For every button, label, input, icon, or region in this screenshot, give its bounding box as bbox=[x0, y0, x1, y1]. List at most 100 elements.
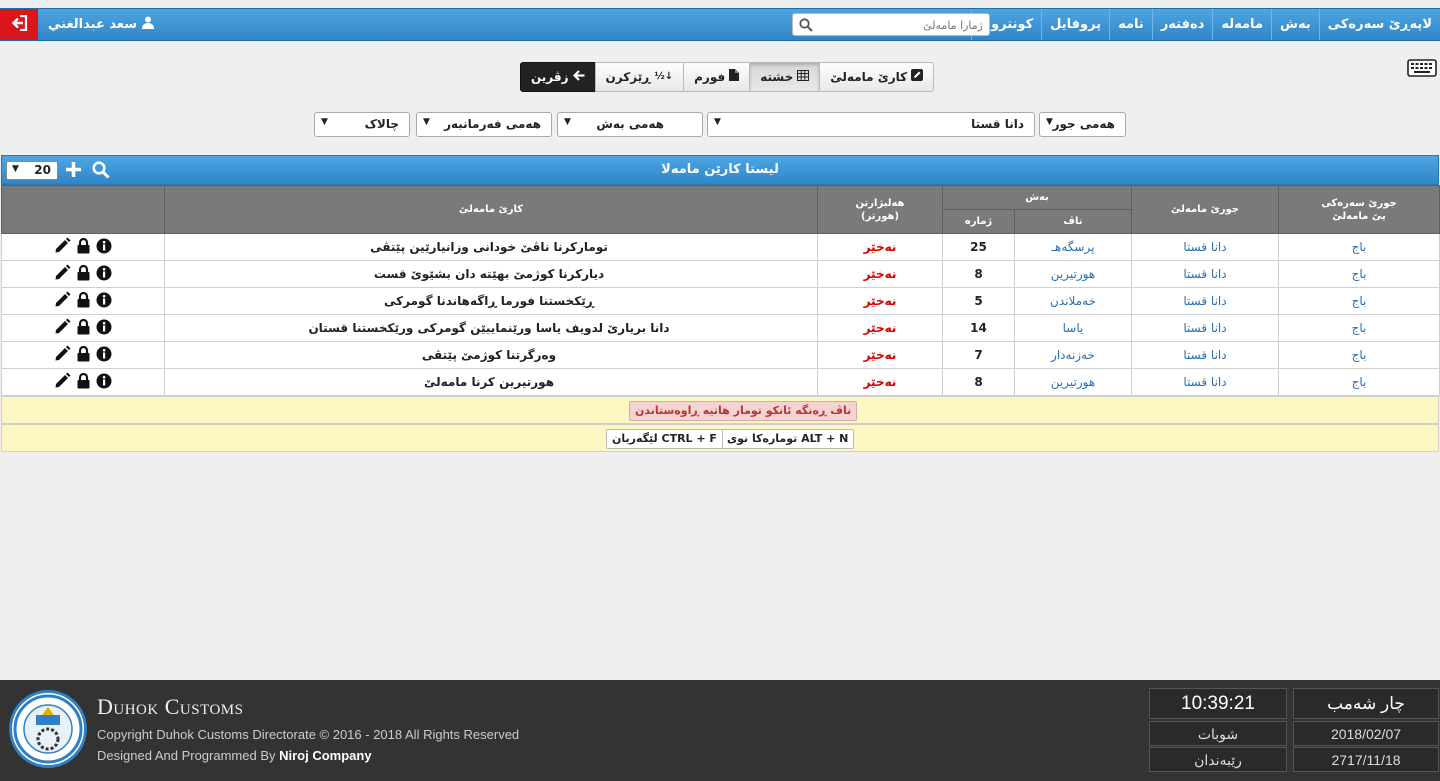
lock-icon[interactable] bbox=[77, 237, 90, 257]
table-row[interactable]: باج دانا قستا یاسا 14 نەخێر دانا بریارێ لدویف… bbox=[1, 314, 1440, 342]
cell-txn-type[interactable]: دانا قستا bbox=[1131, 233, 1279, 261]
col-header-selected: هەلبژارتن (هورتر) bbox=[817, 185, 943, 234]
lock-icon[interactable] bbox=[77, 318, 90, 338]
nav-item-transaction[interactable]: مامەلە bbox=[1212, 9, 1271, 40]
duhok-customs-logo bbox=[9, 690, 87, 768]
cell-main-type[interactable]: باج bbox=[1278, 233, 1440, 261]
cell-section-name[interactable]: یاسا bbox=[1014, 314, 1132, 342]
main-menu: لاپەڕێ سەرەکی بەش مامەلە دەفتەر نامە پرو… bbox=[970, 9, 1440, 40]
cell-txn-type[interactable]: دانا قستا bbox=[1131, 260, 1279, 288]
cell-transaction: تومارکرنا ناڤێ خودانی وزانیارێین پێتڤی bbox=[164, 233, 818, 261]
keyboard-icon[interactable] bbox=[1407, 59, 1437, 81]
page-size-select[interactable]: ▼ 20 bbox=[6, 161, 58, 180]
arrow-left-icon bbox=[572, 63, 585, 91]
table-view-button[interactable]: خشتە bbox=[749, 62, 821, 92]
table-row[interactable]: باج دانا قستا خەملاندن 5 نەخێر ڕێکخستنا فورما… bbox=[1, 287, 1440, 315]
cell-section-name[interactable]: خەزنەدار bbox=[1014, 341, 1132, 369]
cell-txn-type[interactable]: دانا قستا bbox=[1131, 341, 1279, 369]
col-header-main-type: جورێ سەرەکی یێ مامەلێ bbox=[1278, 185, 1440, 234]
table-row[interactable]: باج دانا قستا خەزنەدار 7 نەخێر وەرگرتنا کوژمێ… bbox=[1, 341, 1440, 369]
nav-item-home[interactable]: لاپەڕێ سەرەکی bbox=[1318, 9, 1440, 40]
transaction-button[interactable]: کارێ مامەلێ bbox=[819, 62, 935, 92]
type-filter-select[interactable]: هەمی جور ▼ bbox=[1039, 112, 1126, 137]
sort-numeric-icon: ↓½ bbox=[654, 71, 674, 82]
find-shortcut[interactable]: CTRL + F لێگەریان bbox=[606, 429, 723, 449]
cell-section-name[interactable]: خەملاندن bbox=[1014, 287, 1132, 315]
user-info[interactable]: سعد عبدالغني bbox=[48, 9, 154, 40]
employee-filter-select[interactable]: هەمی فەرمانبەر ▼ bbox=[416, 112, 552, 137]
cell-transaction: ڕێکخستنا فورما ڕاگەهاندنا گومرکی bbox=[164, 287, 818, 315]
lock-icon[interactable] bbox=[77, 345, 90, 365]
search-icon[interactable] bbox=[92, 161, 110, 183]
lock-icon[interactable] bbox=[77, 264, 90, 284]
col-header-actions bbox=[1, 185, 165, 234]
cell-section-name[interactable]: هورتیرین bbox=[1014, 368, 1132, 396]
cell-transaction: دیارکرنا کوژمێ بهێتە دان بشێوێ قست bbox=[164, 260, 818, 288]
pencil-icon[interactable] bbox=[54, 318, 71, 338]
status-filter-select[interactable]: چالاک ▼ bbox=[314, 112, 410, 137]
cell-actions bbox=[1, 287, 165, 315]
info-icon[interactable] bbox=[96, 319, 112, 338]
cell-actions bbox=[1, 368, 165, 396]
cell-txn-type[interactable]: دانا قستا bbox=[1131, 368, 1279, 396]
footer-credits: Designed And Programmed By Niroj Company bbox=[97, 748, 372, 763]
form-view-button[interactable]: فورم bbox=[683, 62, 751, 92]
info-icon[interactable] bbox=[96, 238, 112, 257]
nav-item-profile[interactable]: پروفایل bbox=[1041, 9, 1109, 40]
top-navbar: لاپەڕێ سەرەکی بەش مامەلە دەفتەر نامە پرو… bbox=[0, 8, 1440, 41]
info-icon[interactable] bbox=[96, 265, 112, 284]
col-header-name: ناڤ bbox=[1014, 209, 1132, 234]
pencil-icon[interactable] bbox=[54, 291, 71, 311]
pencil-icon[interactable] bbox=[54, 372, 71, 392]
section-filter-select[interactable]: هەمی بەش ▼ bbox=[557, 112, 703, 137]
cell-main-type[interactable]: باج bbox=[1278, 368, 1440, 396]
month-arabic: شوبات bbox=[1149, 721, 1287, 746]
nav-item-register[interactable]: دەفتەر bbox=[1151, 9, 1213, 40]
new-record-shortcut[interactable]: ALT + N تومارەکا نوی bbox=[721, 429, 855, 449]
back-button[interactable]: زڤرین bbox=[520, 62, 596, 92]
pencil-icon[interactable] bbox=[54, 345, 71, 365]
plus-icon[interactable] bbox=[65, 161, 82, 182]
pencil-icon[interactable] bbox=[54, 237, 71, 257]
cell-section-name[interactable]: پرسگەهـ bbox=[1014, 233, 1132, 261]
view-toggle-group: زڤرین ↓½ ڕێزکرن فورم خشتە کارێ مامەلێ bbox=[520, 62, 935, 92]
cell-selected-status: نەخێر bbox=[817, 314, 943, 342]
subject-filter-select[interactable]: دانا قستا ▼ bbox=[707, 112, 1035, 137]
col-header-section: بەش bbox=[942, 185, 1132, 210]
col-header-transaction: کارێ مامەلێ bbox=[164, 185, 818, 234]
table-row[interactable]: باج دانا قستا هورتیرین 8 نەخێر هورتیرین کرنا … bbox=[1, 368, 1440, 396]
lock-icon[interactable] bbox=[77, 372, 90, 392]
search-box[interactable] bbox=[792, 13, 990, 36]
cell-number: 5 bbox=[942, 287, 1015, 315]
pencil-icon[interactable] bbox=[54, 264, 71, 284]
nav-item-section[interactable]: بەش bbox=[1271, 9, 1319, 40]
cell-number: 7 bbox=[942, 341, 1015, 369]
section-filter-value: هەمی بەش bbox=[596, 117, 664, 131]
nav-item-letter[interactable]: نامە bbox=[1109, 9, 1152, 40]
cell-txn-type[interactable]: دانا قستا bbox=[1131, 314, 1279, 342]
cell-main-type[interactable]: باج bbox=[1278, 341, 1440, 369]
cell-actions bbox=[1, 314, 165, 342]
lock-icon[interactable] bbox=[77, 291, 90, 311]
table-row[interactable]: باج دانا قستا هورتیرین 8 نەخێر دیارکرنا کوژمێ… bbox=[1, 260, 1440, 288]
legend-row: ناڤ ڕەنگە ئانکو تومار هاتیە ڕاوەستاندن bbox=[1, 396, 1439, 424]
cell-main-type[interactable]: باج bbox=[1278, 314, 1440, 342]
sort-button[interactable]: ↓½ ڕێزکرن bbox=[594, 62, 685, 92]
search-icon[interactable] bbox=[799, 17, 813, 36]
cell-section-name[interactable]: هورتیرین bbox=[1014, 260, 1132, 288]
employee-filter-value: هەمی فەرمانبەر bbox=[444, 117, 541, 131]
table-row[interactable]: باج دانا قستا پرسگەهـ 25 نەخێر تومارکرنا ناڤێ… bbox=[1, 233, 1440, 261]
cell-main-type[interactable]: باج bbox=[1278, 287, 1440, 315]
info-icon[interactable] bbox=[96, 373, 112, 392]
cell-actions bbox=[1, 341, 165, 369]
cell-number: 25 bbox=[942, 233, 1015, 261]
page-size-value: 20 bbox=[34, 163, 51, 177]
cell-txn-type[interactable]: دانا قستا bbox=[1131, 287, 1279, 315]
info-icon[interactable] bbox=[96, 346, 112, 365]
logout-button[interactable] bbox=[0, 9, 38, 40]
info-icon[interactable] bbox=[96, 292, 112, 311]
search-input[interactable] bbox=[823, 15, 983, 35]
panel-title: ليستا كارێن مامەلا bbox=[661, 162, 779, 177]
cell-main-type[interactable]: باج bbox=[1278, 260, 1440, 288]
company-name[interactable]: Niroj Company bbox=[279, 748, 371, 763]
